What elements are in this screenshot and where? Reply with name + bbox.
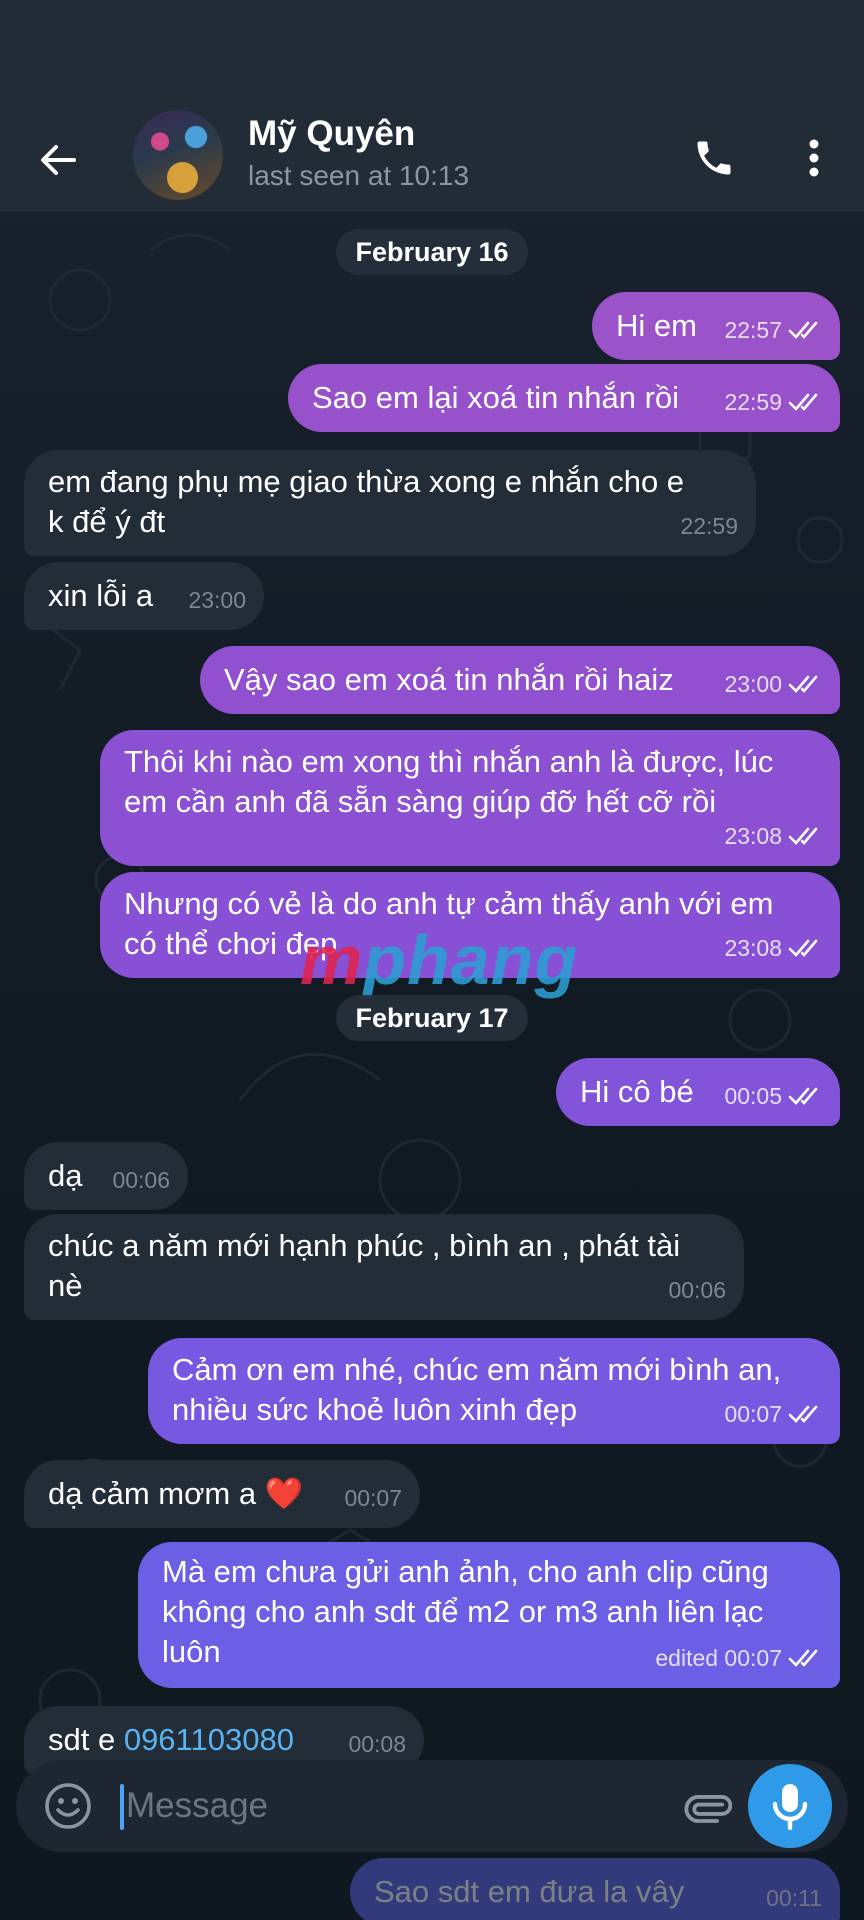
message-time: 00:08 [348,1731,406,1757]
double-check-icon [788,1405,818,1423]
message-meta: 23:00 [724,664,822,704]
message-meta: edited 00:07 [655,1638,822,1678]
message-text: Sao sdt em đưa la vây [374,1874,685,1909]
message-bubble-incoming[interactable]: dạ 00:06 [24,1142,188,1210]
message-text: sdt e 0961103080 [48,1720,294,1760]
more-vertical-icon [809,139,819,177]
message-time: 23:00 [724,671,782,697]
message-text-part: dạ cảm mơm a [48,1476,257,1511]
microphone-icon [772,1784,808,1830]
message-bubble-outgoing[interactable]: Hi cô bé 00:05 [556,1058,840,1126]
back-button[interactable] [30,132,86,188]
message-bubble-incoming[interactable]: chúc a năm mới hạnh phúc , bình an , phá… [24,1214,744,1320]
double-check-icon [788,939,818,957]
message-text: em cần anh đã sẵn sàng giúp đỡ hết cỡ rồ… [124,784,717,819]
message-meta: 00:07 [724,1394,822,1434]
message-text: Nhưng có vẻ là do anh tự cảm thấy anh vớ… [124,886,774,921]
message-meta: 23:08 [724,816,822,856]
message-bubble-outgoing[interactable]: Mà em chưa gửi anh ảnh, cho anh clip cũn… [138,1542,840,1688]
message-time: 23:08 [724,935,782,961]
contact-name[interactable]: Mỹ Quyên [248,114,415,154]
date-separator: February 16 [336,229,528,275]
message-bubble-outgoing[interactable]: Cảm ơn em nhé, chúc em năm mới bình an, … [148,1338,840,1444]
message-meta: 23:08 [724,928,822,968]
message-bubble-incoming[interactable]: em đang phụ mẹ giao thừa xong e nhắn cho… [24,450,756,556]
message-text: chúc a năm mới hạnh phúc , bình an , phá… [48,1228,681,1263]
phone-icon [697,141,731,175]
arrow-left-icon [41,145,76,175]
message-meta: 22:57 [724,310,822,350]
message-text: không cho anh sdt để m2 or m3 anh liên l… [162,1594,764,1629]
date-separator: February 17 [336,995,528,1041]
double-check-icon [788,393,818,411]
message-bubble-outgoing[interactable]: Sao sdt em đưa la vây 00:11 [350,1858,840,1920]
message-bubble-outgoing[interactable]: Sao em lại xoá tin nhắn rồi 22:59 [288,364,840,432]
attach-button[interactable] [678,1776,738,1836]
message-text: nhiều sức khoẻ luôn xinh đẹp [172,1392,578,1427]
message-time: edited 00:07 [655,1645,782,1671]
double-check-icon [788,1649,818,1667]
message-text: dạ cảm mơm a ❤️ [48,1474,303,1514]
message-meta: 22:59 [724,382,822,422]
message-meta: 00:05 [724,1076,822,1116]
message-text: k để ý đt [48,504,166,539]
message-text: Cảm ơn em nhé, chúc em năm mới bình an, [172,1352,782,1387]
status-bar [0,0,864,108]
message-time: 22:59 [724,389,782,415]
message-bubble-outgoing[interactable]: Hi em 22:57 [592,292,840,360]
message-composer [16,1760,848,1852]
watermark-part2: phang [363,921,579,999]
message-time: 00:07 [344,1485,402,1511]
message-text: Mà em chưa gửi anh ảnh, cho anh clip cũn… [162,1554,769,1589]
message-bubble-incoming[interactable]: dạ cảm mơm a ❤️ 00:07 [24,1460,420,1528]
message-text: em đang phụ mẹ giao thừa xong e nhắn cho… [48,464,685,499]
double-check-icon [788,675,818,693]
double-check-icon [788,1087,818,1105]
message-text: dạ [48,1158,83,1193]
emoji-button[interactable] [40,1778,96,1834]
message-text: Thôi khi nào em xong thì nhắn anh là đượ… [124,744,774,779]
message-time: 00:07 [724,1401,782,1427]
message-bubble-outgoing[interactable]: Vậy sao em xoá tin nhắn rồi haiz 23:00 [200,646,840,714]
call-button[interactable] [684,128,744,188]
message-text: Hi cô bé [580,1074,694,1109]
smile-icon [45,1783,91,1829]
message-input[interactable] [126,1774,546,1838]
paperclip-icon [684,1795,732,1823]
message-time: 23:00 [188,587,246,613]
avatar[interactable] [133,110,223,200]
message-time: 00:06 [112,1167,170,1193]
watermark-part1: m [300,921,364,999]
message-time: 22:59 [680,513,738,539]
last-seen-status: last seen at 10:13 [248,160,470,191]
more-options-button[interactable] [786,128,842,188]
message-text: nè [48,1268,83,1303]
voice-message-button[interactable] [748,1764,832,1848]
double-check-icon [788,827,818,845]
heart-emoji: ❤️ [264,1476,304,1511]
message-text-part: sdt e [48,1722,124,1757]
watermark-logo: mphang [300,920,578,1000]
message-text: Vậy sao em xoá tin nhắn rồi haiz [224,662,674,697]
text-caret [120,1784,124,1830]
message-meta: 00:11 [766,1878,822,1918]
message-time: 22:57 [724,317,782,343]
message-time: 00:06 [668,1277,726,1303]
message-text: Hi em [616,308,697,343]
message-text: Sao em lại xoá tin nhắn rồi [312,380,680,415]
message-bubble-incoming[interactable]: xin lỗi a 23:00 [24,562,264,630]
phone-number-link[interactable]: 0961103080 [124,1722,294,1757]
message-text: luôn [162,1634,221,1669]
message-time: 00:05 [724,1083,782,1109]
message-time: 23:08 [724,823,782,849]
message-bubble-outgoing[interactable]: Thôi khi nào em xong thì nhắn anh là đượ… [100,730,840,866]
chat-header: Mỹ Quyên last seen at 10:13 [0,108,864,212]
double-check-icon [788,321,818,339]
message-text: xin lỗi a [48,578,154,613]
message-time: 00:11 [766,1885,822,1911]
